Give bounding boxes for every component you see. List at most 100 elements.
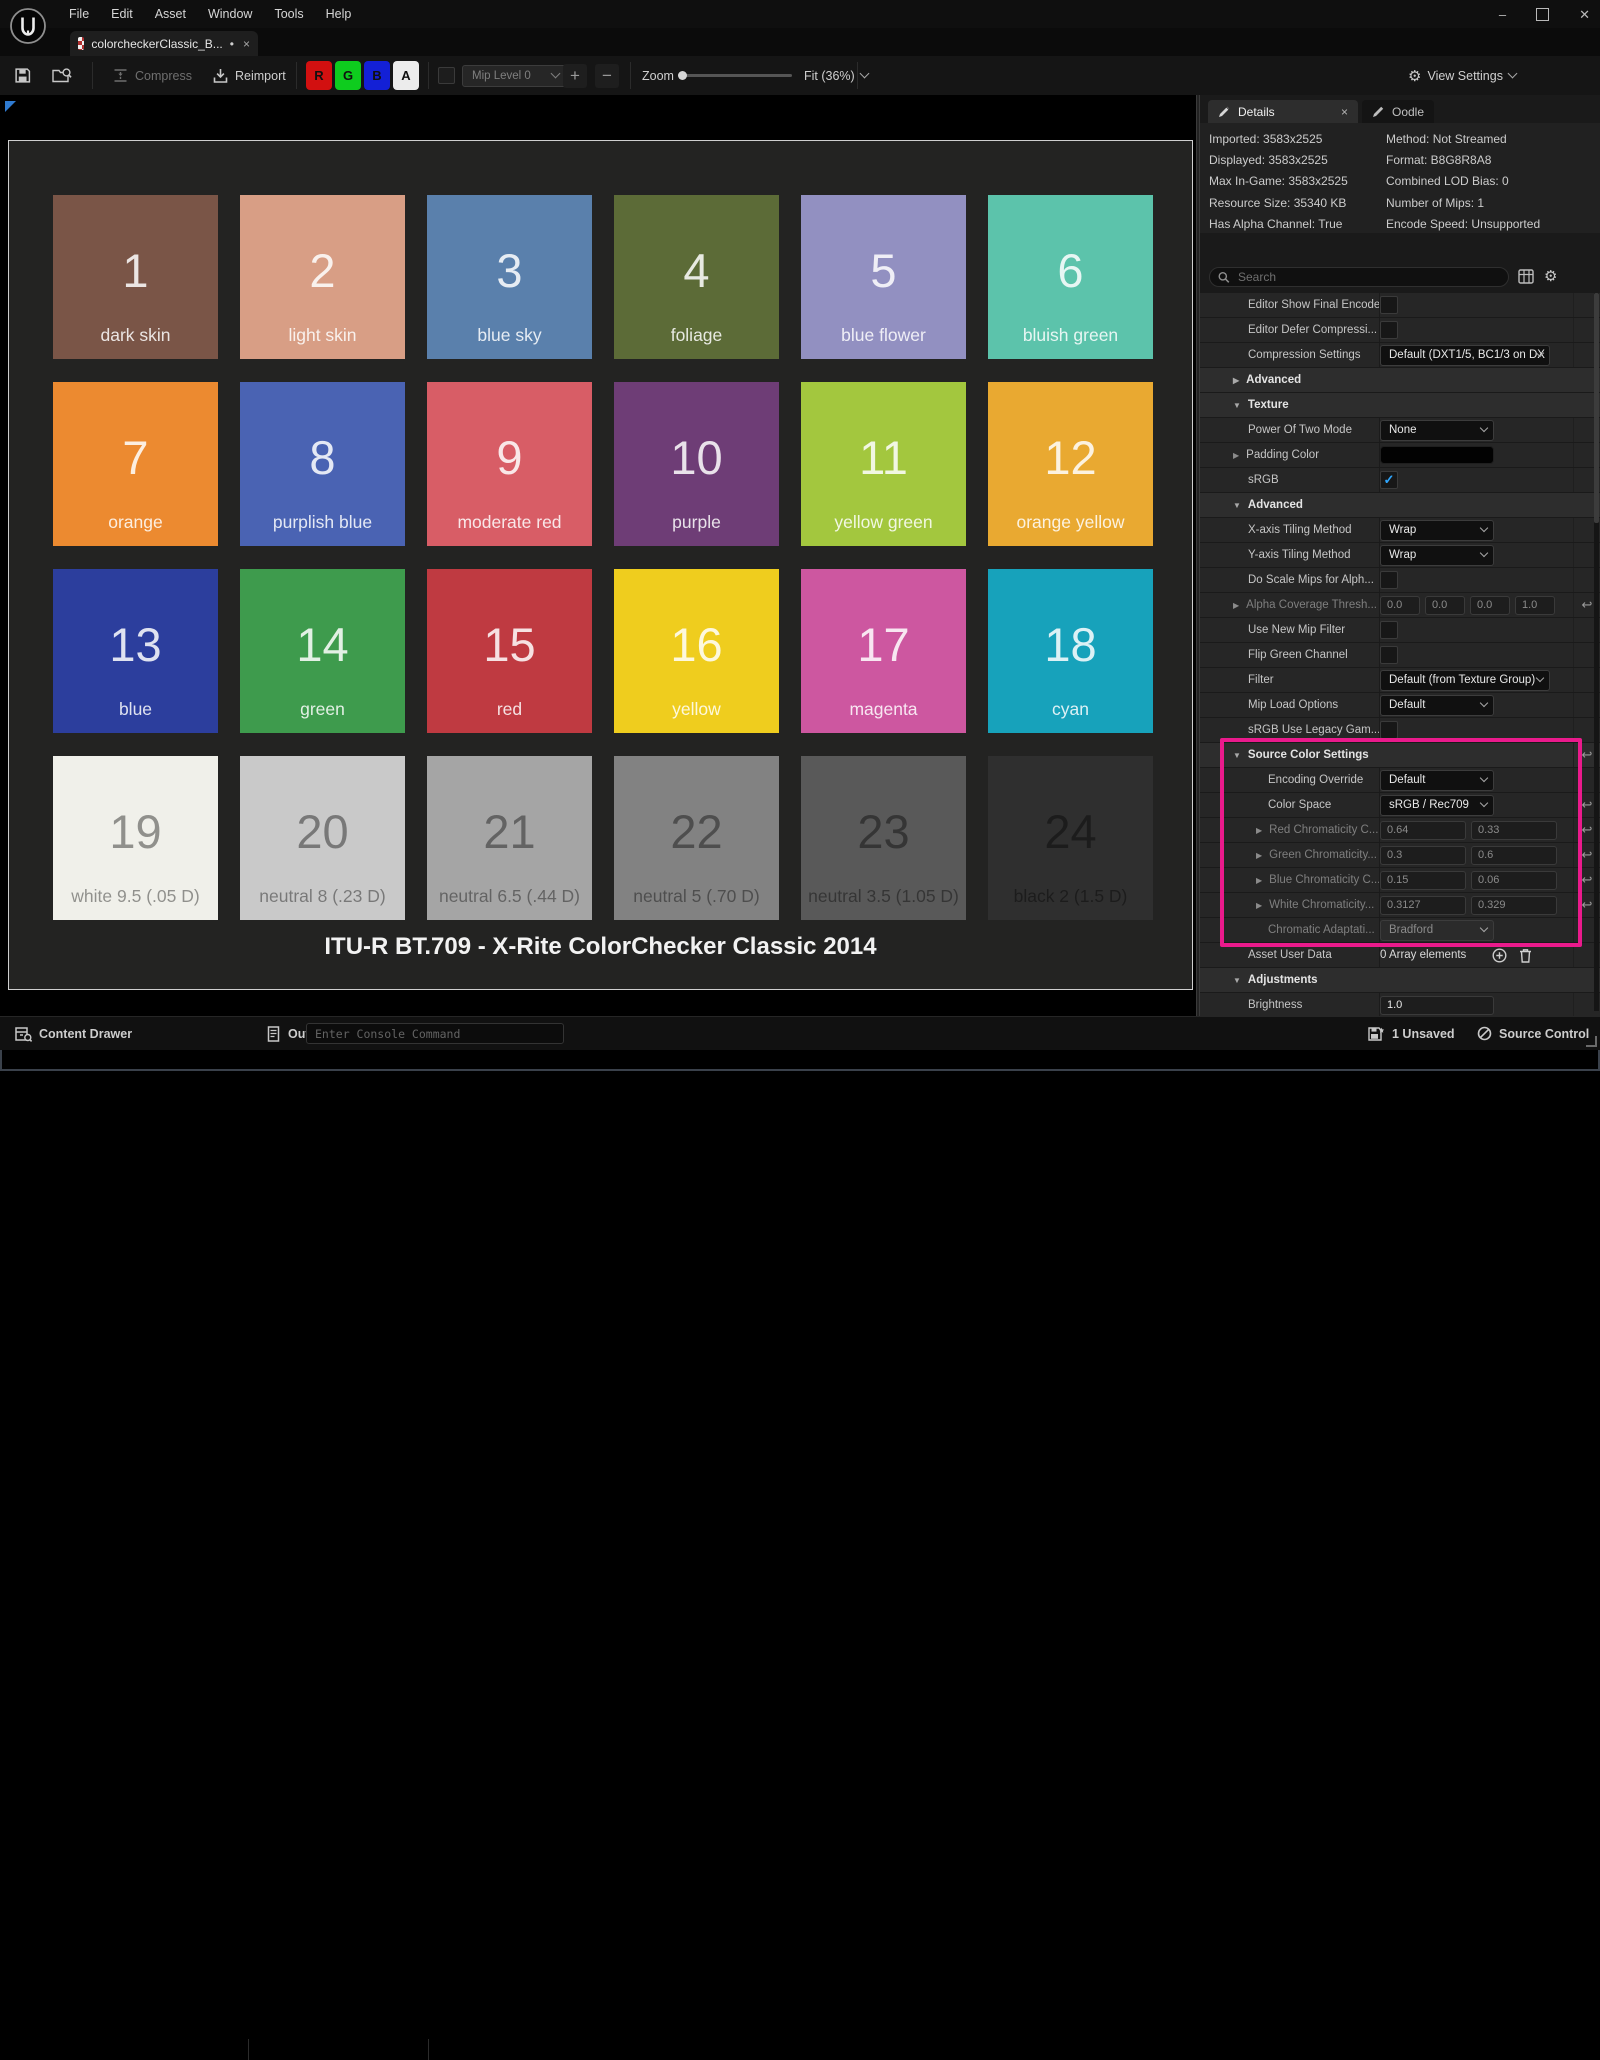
patch-name: neutral 3.5 (1.05 D) — [801, 886, 966, 907]
category-row[interactable]: ▼Adjustments — [1200, 968, 1600, 992]
number-field[interactable]: 0.64 — [1380, 821, 1466, 840]
dropdown-y-axis-tiling-method[interactable]: Wrap — [1380, 545, 1494, 566]
unsaved-button[interactable]: 1 Unsaved — [1368, 1017, 1455, 1050]
search-box[interactable] — [1209, 267, 1509, 287]
color-patch: 9moderate red — [427, 382, 592, 546]
search-input[interactable] — [1236, 269, 1500, 285]
menu-item-file[interactable]: File — [58, 7, 100, 21]
tab-details[interactable]: Details × — [1208, 100, 1358, 123]
category-row[interactable]: ▼Texture — [1200, 393, 1600, 417]
checkbox[interactable] — [1380, 296, 1398, 314]
dropdown-mip-load-options[interactable]: Default — [1380, 695, 1494, 716]
number-field[interactable]: 0.33 — [1471, 821, 1557, 840]
source-control-button[interactable]: Source Control — [1477, 1017, 1589, 1050]
property-label-text: X-axis Tiling Method — [1248, 524, 1352, 536]
red-channel-button[interactable]: R — [306, 61, 332, 90]
mip-plus-button[interactable]: + — [563, 56, 587, 95]
checkbox[interactable] — [1380, 571, 1398, 589]
asset-tab[interactable]: colorcheckerClassic_B... • × — [70, 31, 258, 56]
patch-name: black 2 (1.5 D) — [988, 886, 1153, 907]
color-patch: 10purple — [614, 382, 779, 546]
checkbox[interactable] — [1380, 721, 1398, 739]
number-field[interactable]: 0.3127 — [1380, 896, 1466, 915]
category-row[interactable]: ▼Advanced — [1200, 493, 1600, 517]
property-row: ▶Padding Color — [1200, 443, 1600, 467]
padding-color-swatch[interactable] — [1380, 446, 1494, 464]
category-row[interactable]: ▶Advanced — [1200, 368, 1600, 392]
view-settings-button[interactable]: ⚙ View Settings — [1408, 56, 1516, 95]
number-field[interactable]: 1.0 — [1515, 596, 1555, 615]
display-options-icon[interactable] — [1518, 269, 1534, 284]
tab-close-icon[interactable]: × — [243, 37, 250, 51]
checkbox[interactable] — [1380, 321, 1398, 339]
console-command-input[interactable] — [306, 1023, 564, 1044]
property-label: ▼Texture — [1200, 393, 1600, 417]
delete-elements-button[interactable] — [1519, 948, 1532, 963]
number-field[interactable]: 0.3 — [1380, 846, 1466, 865]
dropdown-x-axis-tiling-method[interactable]: Wrap — [1380, 520, 1494, 541]
checkbox[interactable] — [1380, 621, 1398, 639]
blue-channel-button[interactable]: B — [364, 61, 390, 90]
mip-minus-button[interactable]: − — [595, 56, 619, 95]
number-field[interactable]: 0.06 — [1471, 871, 1557, 890]
patch-name: purple — [614, 512, 779, 533]
category-row[interactable]: ▼Source Color Settings↩ — [1200, 743, 1600, 767]
menu-item-help[interactable]: Help — [315, 7, 363, 21]
property-label: ▼Advanced — [1200, 493, 1600, 517]
number-field[interactable]: 0.329 — [1471, 896, 1557, 915]
number-field[interactable]: 0.0 — [1470, 596, 1510, 615]
property-value: Default — [1380, 768, 1573, 792]
property-value: 0.64 0.33 — [1380, 818, 1573, 842]
mip-checkbox[interactable] — [438, 56, 455, 95]
dropdown-compression-settings[interactable]: Default (DXT1/5, BC1/3 on DX — [1380, 345, 1550, 366]
color-patch: 11yellow green — [801, 382, 966, 546]
green-channel-button[interactable]: G — [335, 61, 361, 90]
compress-button[interactable]: Compress — [112, 56, 192, 95]
fit-dropdown[interactable]: Fit (36%) — [804, 56, 868, 95]
statusbar-separator — [428, 2039, 429, 2060]
details-settings-gear-icon[interactable]: ⚙ — [1544, 267, 1557, 285]
dropdown-encoding-override[interactable]: Default — [1380, 770, 1494, 791]
patch-number: 18 — [988, 617, 1153, 672]
number-field[interactable]: 0.0 — [1380, 596, 1420, 615]
content-drawer-button[interactable]: Content Drawer — [14, 1017, 132, 1050]
alpha-channel-button[interactable]: A — [393, 61, 419, 90]
minimize-button[interactable]: – — [1499, 8, 1506, 21]
details-scrollbar[interactable] — [1594, 293, 1599, 1011]
dropdown-color-space[interactable]: sRGB / Rec709 — [1380, 795, 1494, 816]
mip-level-dropdown[interactable]: Mip Level 0 — [462, 56, 567, 95]
number-field[interactable]: 0.0 — [1425, 596, 1465, 615]
menu-item-window[interactable]: Window — [197, 7, 263, 21]
patch-name: purplish blue — [240, 512, 405, 533]
number-field[interactable]: 0.6 — [1471, 846, 1557, 865]
reimport-button[interactable]: Reimport — [212, 56, 286, 95]
color-patch: 4foliage — [614, 195, 779, 359]
zoom-slider-knob[interactable] — [678, 71, 687, 80]
property-label: Filter — [1200, 668, 1380, 692]
property-row: ▶Alpha Coverage Thresh...0.00.00.01.0↩ — [1200, 593, 1600, 617]
zoom-slider[interactable] — [680, 74, 792, 77]
texture-viewport[interactable]: ITU-R BT.709 - X-Rite ColorChecker Class… — [0, 95, 1196, 1016]
info-line: Combined LOD Bias: 0 — [1386, 171, 1540, 192]
close-button[interactable]: ✕ — [1579, 8, 1590, 21]
menu-item-tools[interactable]: Tools — [263, 7, 314, 21]
checkbox[interactable] — [1380, 646, 1398, 664]
checkbox[interactable]: ✓ — [1380, 471, 1398, 489]
save-button[interactable] — [14, 56, 31, 95]
resize-grip[interactable] — [1586, 1036, 1597, 1047]
menu-item-edit[interactable]: Edit — [100, 7, 144, 21]
dropdown-filter[interactable]: Default (from Texture Group) — [1380, 670, 1550, 691]
details-tab-close-icon[interactable]: × — [1341, 105, 1348, 119]
tab-oodle[interactable]: Oodle — [1362, 100, 1434, 123]
patch-number: 12 — [988, 430, 1153, 485]
menu-item-asset[interactable]: Asset — [144, 7, 197, 21]
dropdown-power-of-two-mode[interactable]: None — [1380, 420, 1494, 441]
property-label: sRGB Use Legacy Gam... — [1200, 718, 1380, 742]
browse-to-asset-button[interactable] — [52, 56, 72, 95]
add-element-button[interactable] — [1492, 948, 1507, 963]
number-field[interactable]: 0.15 — [1380, 871, 1466, 890]
channel-buttons: R G B A — [306, 56, 419, 95]
number-field[interactable]: 1.0 — [1380, 996, 1494, 1015]
dropdown-chromatic-adaptati-[interactable]: Bradford — [1380, 920, 1494, 941]
maximize-button[interactable] — [1536, 8, 1549, 21]
